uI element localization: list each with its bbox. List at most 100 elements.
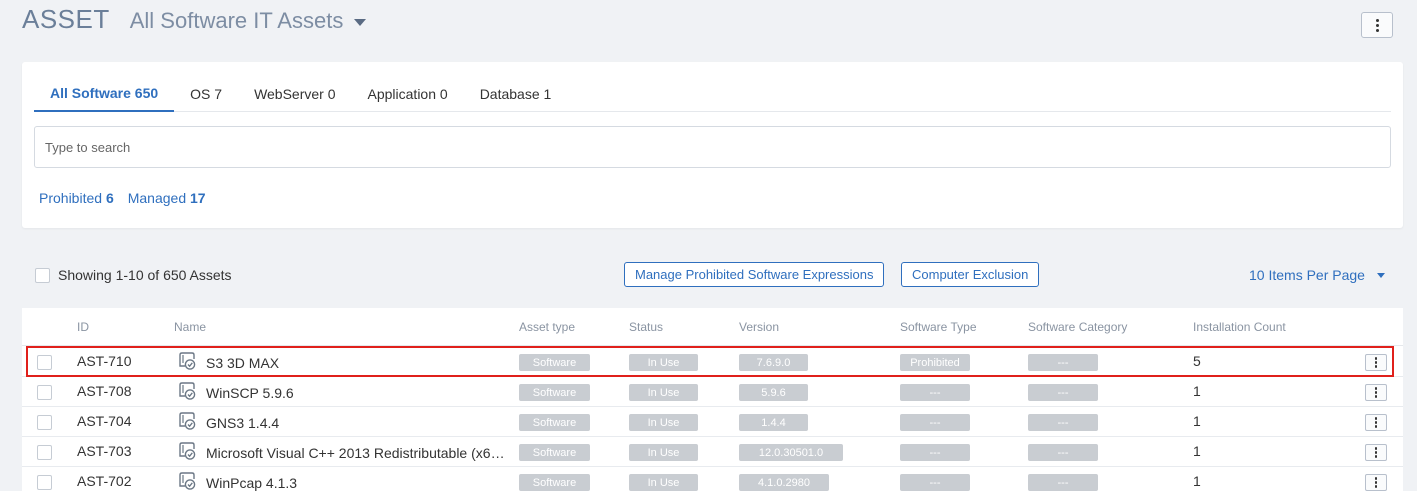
table-row[interactable]: AST-704 GNS3 1.4.4 Software In Use 1.4.4… <box>22 407 1403 437</box>
table-header: ID Name Asset type Status Version Softwa… <box>22 308 1403 346</box>
status-badge: In Use <box>629 354 698 371</box>
quick-filter-prohibited[interactable]: Prohibited 6 <box>39 190 114 206</box>
tab-os[interactable]: OS 7 <box>174 76 238 112</box>
software-package-icon <box>179 472 196 490</box>
software-category-badge: --- <box>1028 354 1098 371</box>
module-title: ASSET <box>22 4 110 34</box>
version-badge: 4.1.0.2980 <box>739 474 829 491</box>
row-checkbox[interactable] <box>37 475 52 490</box>
software-package-icon <box>179 442 196 460</box>
asset-id[interactable]: AST-710 <box>77 353 131 369</box>
col-software-type[interactable]: Software Type <box>900 320 977 334</box>
version-badge: 7.6.9.0 <box>739 354 808 371</box>
status-badge: In Use <box>629 474 698 491</box>
software-package-icon <box>179 352 196 370</box>
status-badge: In Use <box>629 444 698 461</box>
tab-application[interactable]: Application 0 <box>352 76 464 112</box>
filter-card: All Software 650 OS 7 WebServer 0 Applic… <box>22 62 1403 228</box>
installation-count: 1 <box>1193 413 1201 429</box>
col-id[interactable]: ID <box>77 320 89 334</box>
page-header: ASSET All Software IT Assets <box>22 4 367 40</box>
table-row[interactable]: AST-710 S3 3D MAX Software In Use 7.6.9.… <box>22 347 1403 377</box>
col-installation-count[interactable]: Installation Count <box>1193 320 1286 334</box>
asset-name: WinSCP 5.9.6 <box>206 384 294 401</box>
row-more-button[interactable] <box>1365 354 1387 371</box>
row-checkbox[interactable] <box>37 445 52 460</box>
asset-id[interactable]: AST-703 <box>77 443 131 459</box>
col-asset-type[interactable]: Asset type <box>519 320 575 334</box>
asset-id[interactable]: AST-708 <box>77 383 131 399</box>
caret-down-icon <box>1376 272 1385 278</box>
asset-name-cell[interactable]: S3 3D MAX <box>177 351 512 371</box>
tab-all-software[interactable]: All Software 650 <box>34 76 175 112</box>
col-name[interactable]: Name <box>174 320 206 334</box>
quick-filter-label: Managed <box>127 190 187 206</box>
asset-name-cell[interactable]: WinSCP 5.9.6 <box>177 381 512 401</box>
asset-name-cell[interactable]: Microsoft Visual C++ 2013 Redistributabl… <box>177 441 512 461</box>
showing-count: Showing 1-10 of 650 Assets <box>58 267 232 283</box>
status-badge: In Use <box>629 414 698 431</box>
version-badge: 5.9.6 <box>739 384 808 401</box>
installation-count: 1 <box>1193 473 1201 489</box>
col-status[interactable]: Status <box>629 320 663 334</box>
row-more-button[interactable] <box>1365 444 1387 461</box>
asset-table: ID Name Asset type Status Version Softwa… <box>22 308 1403 491</box>
software-type-badge: Prohibited <box>900 354 970 371</box>
kebab-icon <box>1374 477 1378 488</box>
kebab-icon <box>1374 387 1378 398</box>
col-software-category[interactable]: Software Category <box>1028 320 1127 334</box>
software-category-badge: --- <box>1028 444 1098 461</box>
kebab-icon <box>1375 18 1379 32</box>
select-all-checkbox[interactable] <box>35 268 50 283</box>
computer-exclusion-button[interactable]: Computer Exclusion <box>901 262 1040 287</box>
quick-filter-label: Prohibited <box>39 190 103 206</box>
col-version[interactable]: Version <box>739 320 779 334</box>
search-input[interactable] <box>34 126 1391 168</box>
asset-type-badge: Software <box>519 474 590 491</box>
table-row[interactable]: AST-702 WinPcap 4.1.3 Software In Use 4.… <box>22 467 1403 491</box>
installation-count: 1 <box>1193 383 1201 399</box>
caret-down-icon <box>354 18 367 26</box>
row-more-button[interactable] <box>1365 384 1387 401</box>
items-per-page-label: 10 Items Per Page <box>1249 267 1365 283</box>
kebab-icon <box>1374 417 1378 428</box>
asset-type-badge: Software <box>519 354 590 371</box>
asset-id[interactable]: AST-702 <box>77 473 131 489</box>
asset-name: WinPcap 4.1.3 <box>206 474 298 491</box>
row-checkbox[interactable] <box>37 385 52 400</box>
kebab-icon <box>1374 357 1378 368</box>
asset-type-badge: Software <box>519 414 590 431</box>
asset-name: S3 3D MAX <box>206 354 280 371</box>
asset-type-badge: Software <box>519 384 590 401</box>
software-package-icon <box>179 382 196 400</box>
software-package-icon <box>179 412 196 430</box>
software-category-badge: --- <box>1028 414 1098 431</box>
tab-database[interactable]: Database 1 <box>464 76 568 112</box>
status-badge: In Use <box>629 384 698 401</box>
row-checkbox[interactable] <box>37 355 52 370</box>
tab-webserver[interactable]: WebServer 0 <box>238 76 351 112</box>
software-type-badge: --- <box>900 444 970 461</box>
row-more-button[interactable] <box>1365 414 1387 431</box>
asset-name-cell[interactable]: WinPcap 4.1.3 <box>177 471 512 491</box>
software-type-badge: --- <box>900 474 970 491</box>
asset-name-cell[interactable]: GNS3 1.4.4 <box>177 411 512 431</box>
header-more-button[interactable] <box>1361 12 1393 38</box>
software-type-badge: --- <box>900 384 970 401</box>
row-checkbox[interactable] <box>37 415 52 430</box>
quick-filter-managed[interactable]: Managed 17 <box>128 190 206 206</box>
installation-count: 1 <box>1193 443 1201 459</box>
asset-id[interactable]: AST-704 <box>77 413 131 429</box>
items-per-page-dropdown[interactable]: 10 Items Per Page <box>1249 267 1385 283</box>
table-row[interactable]: AST-708 WinSCP 5.9.6 Software In Use 5.9… <box>22 377 1403 407</box>
manage-prohibited-button[interactable]: Manage Prohibited Software Expressions <box>624 262 885 287</box>
table-row[interactable]: AST-703 Microsoft Visual C++ 2013 Redist… <box>22 437 1403 467</box>
quick-filters: Prohibited 6 Managed 17 <box>39 190 206 206</box>
asset-name: Microsoft Visual C++ 2013 Redistributabl… <box>206 444 512 461</box>
version-badge: 12.0.30501.0 <box>739 444 843 461</box>
quick-filter-count: 17 <box>190 190 206 206</box>
view-selector[interactable]: All Software IT Assets <box>130 8 367 34</box>
row-more-button[interactable] <box>1365 474 1387 491</box>
kebab-icon <box>1374 447 1378 458</box>
category-tabs: All Software 650 OS 7 WebServer 0 Applic… <box>34 76 1391 112</box>
